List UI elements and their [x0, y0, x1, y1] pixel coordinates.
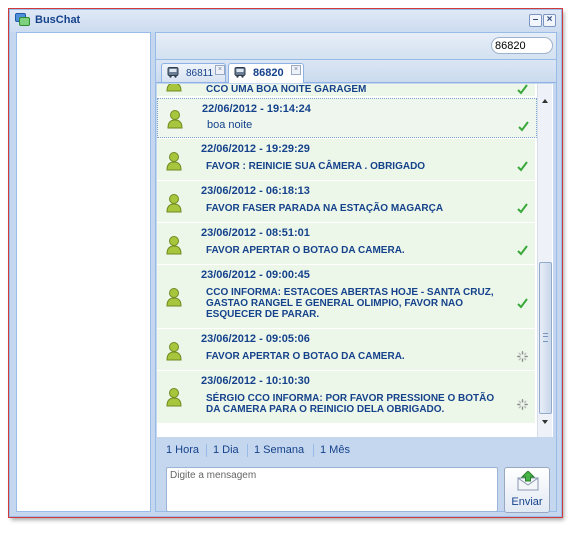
message-row[interactable]: 23/06/2012 - 06:18:13 FAVOR FASER PARADA…: [157, 181, 535, 223]
tab-86811[interactable]: 86811 ×: [161, 63, 226, 82]
tab-close-icon[interactable]: ×: [291, 65, 301, 75]
message-row[interactable]: 23/06/2012 - 09:05:06 FAVOR APERTAR O BO…: [157, 329, 535, 371]
tab-close-icon[interactable]: ×: [215, 65, 225, 75]
bus-list-panel[interactable]: [16, 32, 151, 512]
send-button[interactable]: Enviar: [504, 467, 550, 513]
bus-tabstrip: 86811 × 86820 ×: [156, 60, 556, 83]
check-icon: [517, 84, 528, 95]
chat-panel: 86811 × 86820 × CCO UMA BOA NOITE GARAGE…: [155, 32, 557, 513]
filter-1-semana-button[interactable]: 1 Semana: [254, 444, 304, 456]
check-icon: [517, 245, 528, 256]
user-icon: [166, 194, 182, 213]
toolbar-separator: [206, 444, 207, 457]
message-text: FAVOR FASER PARADA NA ESTAÇÃO MAGARÇA: [206, 203, 444, 214]
pending-spinner-icon: [517, 399, 528, 410]
filter-1-hora-button[interactable]: 1 Hora: [166, 444, 199, 456]
message-list[interactable]: CCO UMA BOA NOITE GARAGEM 22/06/2012 - 1…: [157, 84, 537, 437]
message-row[interactable]: 22/06/2012 - 19:14:24 boa noite: [157, 98, 537, 138]
time-filter-toolbar: 1 Hora 1 Dia 1 Semana 1 Mês: [156, 440, 556, 458]
user-icon: [166, 288, 182, 307]
close-icon: ×: [546, 14, 553, 25]
buschat-app-icon: [15, 13, 30, 26]
message-timestamp: 23/06/2012 - 06:18:13: [201, 185, 310, 197]
message-row[interactable]: 23/06/2012 - 09:00:45 CCO INFORMA: ESTAC…: [157, 265, 535, 329]
message-timestamp: 23/06/2012 - 08:51:01: [201, 227, 310, 239]
message-text: FAVOR : REINICIE SUA CÂMERA . OBRIGADO: [206, 161, 426, 172]
message-area: CCO UMA BOA NOITE GARAGEM 22/06/2012 - 1…: [157, 84, 553, 437]
message-timestamp: 23/06/2012 - 10:10:30: [201, 375, 310, 387]
message-text: CCO INFORMA: ESTACOES ABERTAS HOJE - SAN…: [206, 287, 494, 320]
scrollbar-grip-icon: [543, 333, 548, 342]
tab-label: 86820: [253, 67, 284, 79]
message-text: SÉRGIO CCO INFORMA: POR FAVOR PRESSIONE …: [206, 393, 495, 415]
bus-icon: [167, 67, 179, 78]
user-icon: [166, 388, 182, 407]
message-row[interactable]: 23/06/2012 - 10:10:30 SÉRGIO CCO INFORMA…: [157, 371, 535, 424]
user-icon: [166, 152, 182, 171]
send-button-label: Enviar: [511, 496, 543, 508]
tab-86820[interactable]: 86820 ×: [228, 63, 304, 83]
message-row[interactable]: 23/06/2012 - 08:51:01 FAVOR APERTAR O BO…: [157, 223, 535, 265]
send-icon: [517, 471, 539, 491]
buschat-window: BusChat – × 86811 ×: [9, 9, 562, 517]
chat-top-toolbar: [156, 33, 556, 60]
message-timestamp: 23/06/2012 - 09:00:45: [201, 269, 310, 281]
pending-spinner-icon: [517, 351, 528, 362]
filter-1-mes-button[interactable]: 1 Mês: [320, 444, 350, 456]
tab-label: 86811: [186, 68, 214, 79]
user-icon: [166, 84, 182, 92]
check-icon: [517, 298, 528, 309]
scroll-down-icon[interactable]: [541, 418, 549, 426]
window-title: BusChat: [35, 14, 81, 26]
message-row[interactable]: CCO UMA BOA NOITE GARAGEM: [157, 84, 535, 97]
message-text: FAVOR APERTAR O BOTAO DA CAMERA.: [206, 245, 405, 256]
check-icon: [517, 161, 528, 172]
check-icon: [518, 121, 529, 132]
message-timestamp: 22/06/2012 - 19:29:29: [201, 143, 310, 155]
message-timestamp: 22/06/2012 - 19:14:24: [202, 103, 311, 115]
message-text: FAVOR APERTAR O BOTAO DA CAMERA.: [206, 351, 405, 362]
minimize-button[interactable]: –: [529, 14, 542, 27]
user-icon: [166, 236, 182, 255]
scroll-up-icon[interactable]: [541, 97, 549, 105]
close-button[interactable]: ×: [543, 14, 556, 27]
message-row[interactable]: 22/06/2012 - 19:29:29 FAVOR : REINICIE S…: [157, 139, 535, 181]
minimize-icon: –: [532, 14, 539, 25]
user-icon: [167, 110, 183, 129]
user-icon: [166, 342, 182, 361]
message-input[interactable]: [166, 467, 498, 512]
scrollbar-thumb[interactable]: [539, 262, 552, 414]
bus-search-input[interactable]: [491, 37, 553, 54]
check-icon: [517, 203, 528, 214]
toolbar-separator: [247, 444, 248, 457]
toolbar-separator: [313, 444, 314, 457]
message-text: CCO UMA BOA NOITE GARAGEM: [206, 84, 367, 95]
bus-icon: [234, 67, 246, 78]
message-scrollbar[interactable]: [537, 84, 552, 437]
filter-1-dia-button[interactable]: 1 Dia: [213, 444, 239, 456]
message-text: boa noite: [207, 119, 253, 131]
window-titlebar[interactable]: BusChat – ×: [10, 10, 561, 32]
message-timestamp: 23/06/2012 - 09:05:06: [201, 333, 310, 345]
